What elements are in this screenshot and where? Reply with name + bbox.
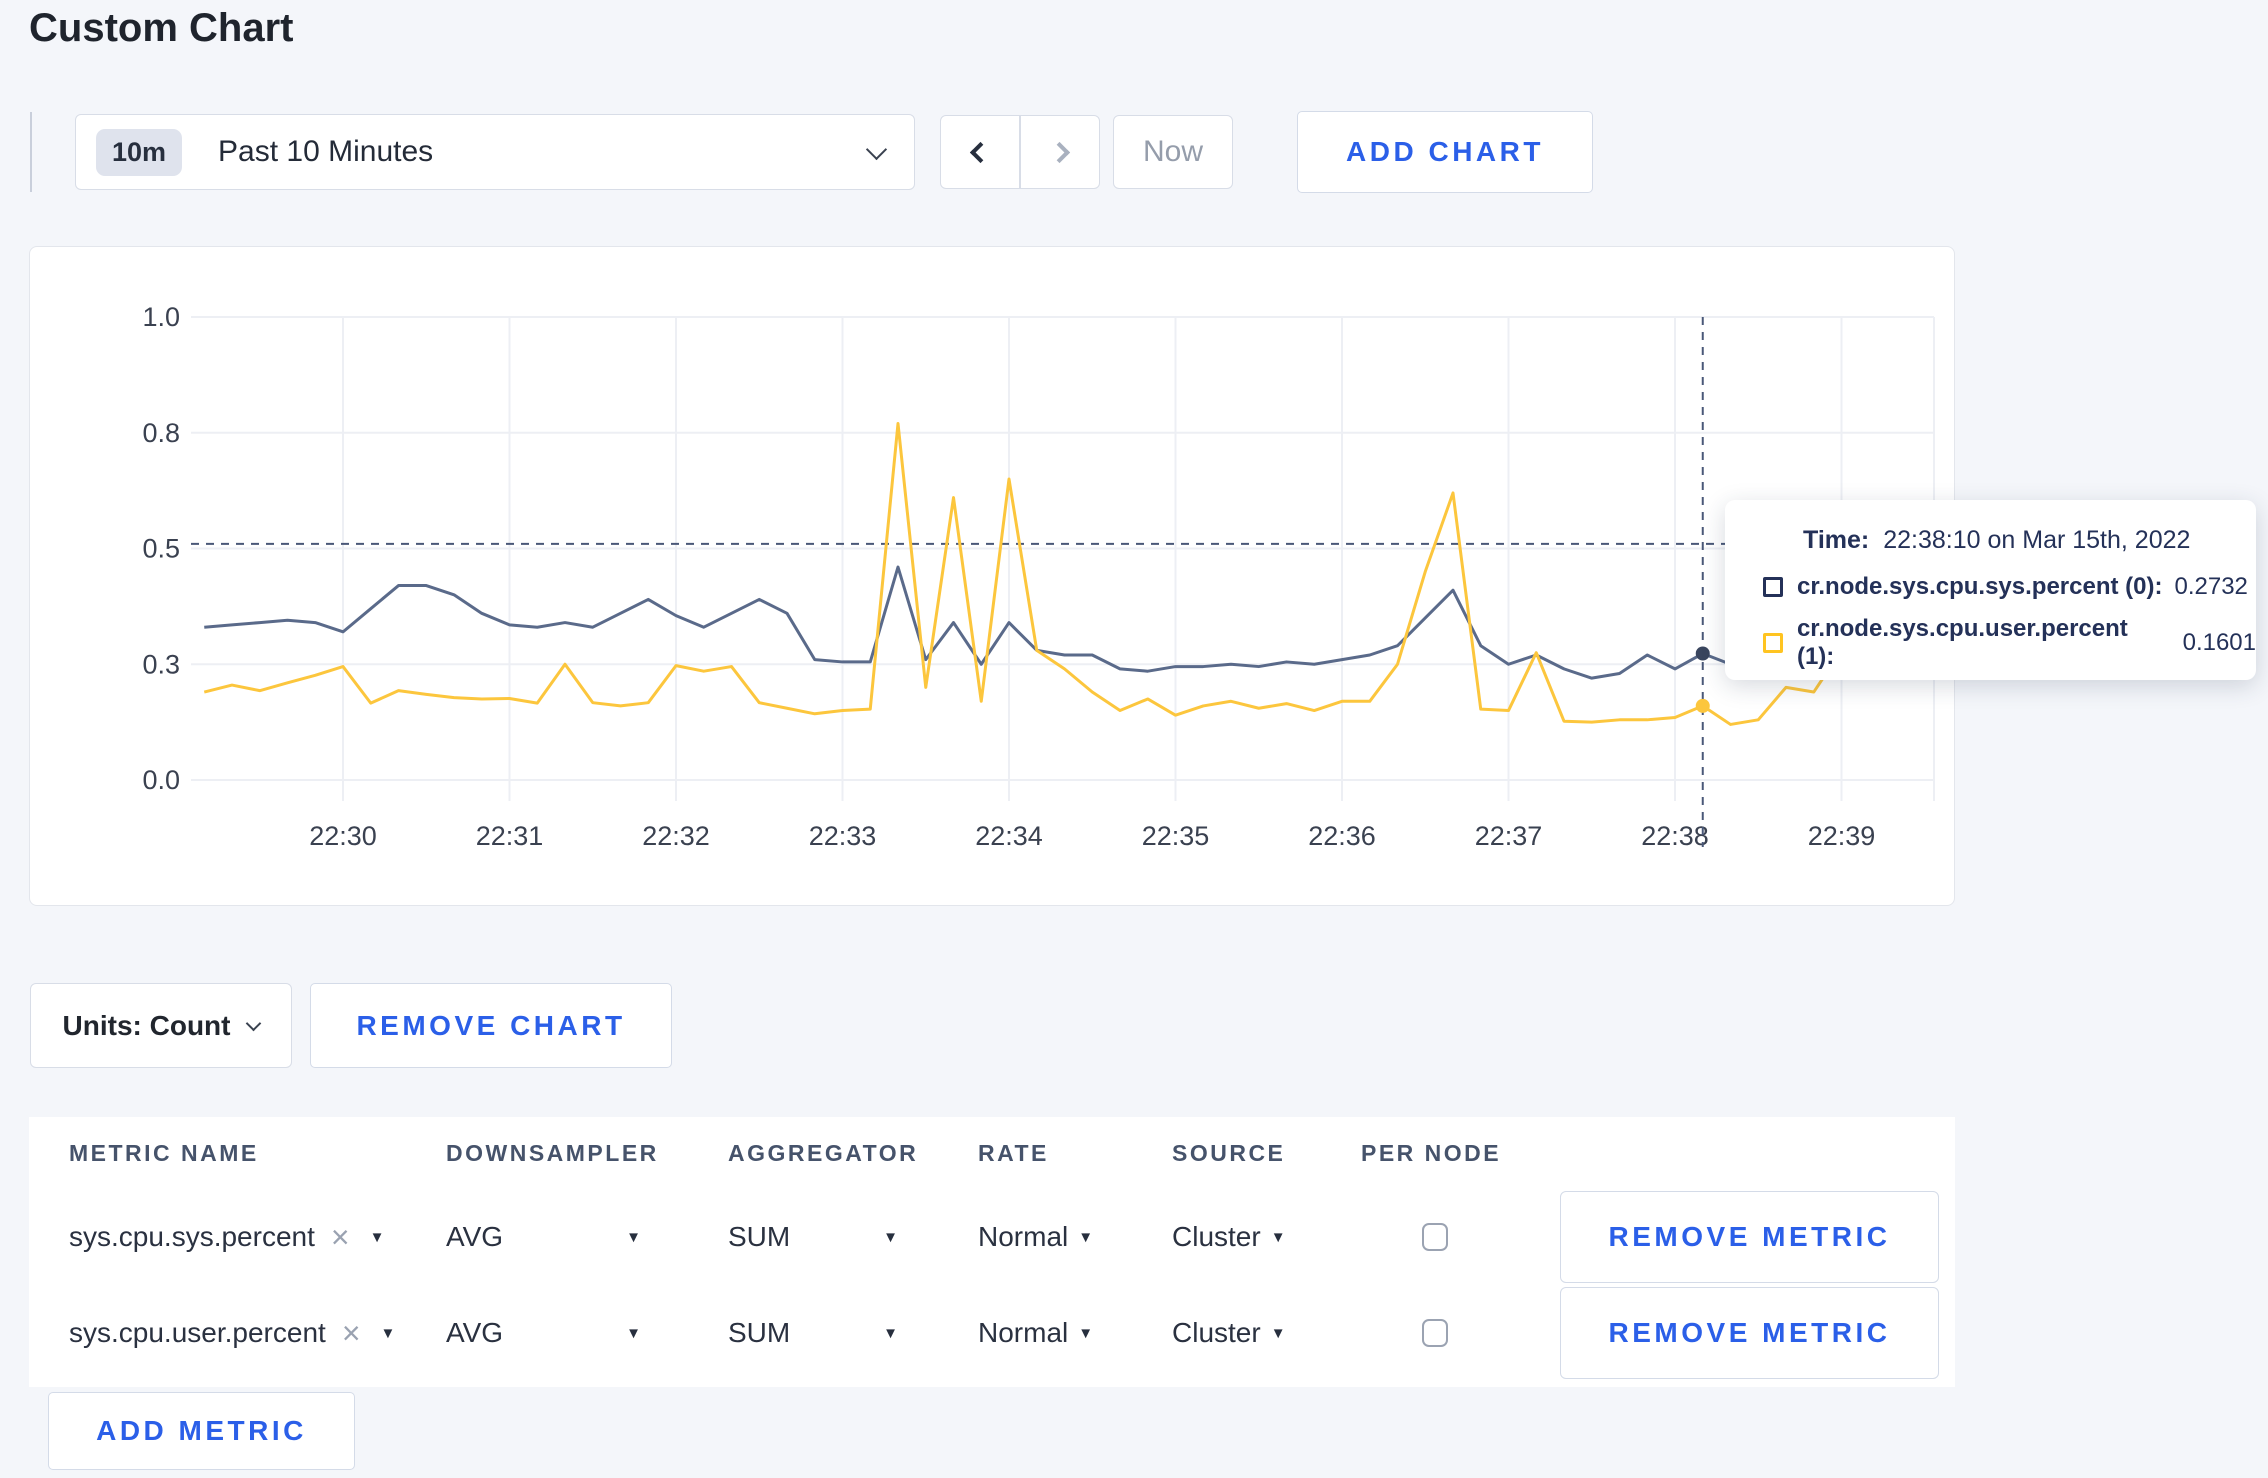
svg-text:22:38: 22:38 xyxy=(1641,821,1709,851)
clear-metric-icon[interactable]: × xyxy=(342,1317,361,1349)
metric-name-dropdown[interactable]: sys.cpu.user.percent × ▼ xyxy=(69,1317,446,1349)
caret-down-icon: ▼ xyxy=(626,1228,641,1246)
time-range-label: Past 10 Minutes xyxy=(218,135,434,168)
aggregator-dropdown[interactable]: SUM ▼ xyxy=(728,1317,898,1349)
svg-text:0.5: 0.5 xyxy=(142,534,180,564)
metric-name-value: sys.cpu.sys.percent xyxy=(69,1221,315,1252)
sys-series-swatch-icon xyxy=(1763,577,1783,597)
tooltip-sys-value: 0.2732 xyxy=(2174,573,2248,600)
toolbar-divider xyxy=(30,112,32,192)
page-title: Custom Chart xyxy=(29,6,294,50)
chevron-down-icon xyxy=(246,1015,262,1032)
svg-text:0.3: 0.3 xyxy=(142,649,180,679)
caret-down-icon: ▼ xyxy=(883,1228,898,1246)
clear-metric-icon[interactable]: × xyxy=(331,1221,350,1253)
remove-metric-button[interactable]: REMOVE METRIC xyxy=(1560,1287,1939,1379)
table-row: sys.cpu.sys.percent × ▼ AVG ▼ SUM ▼ Norm… xyxy=(29,1189,1955,1285)
per-node-checkbox[interactable] xyxy=(1422,1319,1448,1347)
units-bar: Units: Count REMOVE CHART xyxy=(30,983,672,1068)
downsampler-dropdown[interactable]: AVG ▼ xyxy=(446,1317,641,1349)
downsampler-dropdown[interactable]: AVG ▼ xyxy=(446,1221,641,1253)
svg-text:22:35: 22:35 xyxy=(1142,821,1210,851)
col-header-source: SOURCE xyxy=(1172,1139,1286,1166)
add-chart-button[interactable]: ADD CHART xyxy=(1297,111,1593,193)
chevron-right-icon xyxy=(1049,141,1071,163)
downsampler-value: AVG xyxy=(446,1221,504,1252)
tooltip-series-sys: cr.node.sys.cpu.sys.percent (0): 0.2732 xyxy=(1763,573,2256,601)
table-row: sys.cpu.user.percent × ▼ AVG ▼ SUM ▼ Nor… xyxy=(29,1285,1955,1381)
aggregator-dropdown[interactable]: SUM ▼ xyxy=(728,1221,898,1253)
downsampler-value: AVG xyxy=(446,1317,504,1348)
caret-down-icon: ▼ xyxy=(1078,1228,1094,1246)
svg-text:22:31: 22:31 xyxy=(476,821,544,851)
tooltip-user-name: cr.node.sys.cpu.user.percent (1): xyxy=(1796,615,2128,670)
rate-value: Normal xyxy=(978,1221,1069,1252)
source-value: Cluster xyxy=(1172,1221,1261,1252)
svg-text:22:32: 22:32 xyxy=(642,821,710,851)
now-button[interactable]: Now xyxy=(1113,115,1233,189)
source-dropdown[interactable]: Cluster ▼ xyxy=(1172,1317,1361,1349)
metrics-table: METRIC NAME DOWNSAMPLER AGGREGATOR RATE … xyxy=(29,1117,1955,1387)
caret-down-icon: ▼ xyxy=(1270,1324,1286,1342)
svg-text:1.0: 1.0 xyxy=(142,302,180,332)
metric-name-value: sys.cpu.user.percent xyxy=(69,1317,326,1348)
caret-down-icon: ▼ xyxy=(626,1324,641,1342)
source-dropdown[interactable]: Cluster ▼ xyxy=(1172,1221,1361,1253)
chevron-left-icon xyxy=(969,141,991,163)
svg-text:22:36: 22:36 xyxy=(1308,821,1376,851)
chart-card[interactable]: 1.0 0.8 0.5 0.3 0.0 22:30 22:31 22:32 22:33 22:34… xyxy=(29,246,1955,906)
units-dropdown[interactable]: Units: Count xyxy=(30,983,292,1068)
prev-time-button[interactable] xyxy=(941,116,1019,188)
time-pager xyxy=(940,115,1100,189)
col-header-metric-name: METRIC NAME xyxy=(69,1139,259,1166)
next-time-button[interactable] xyxy=(1021,116,1099,188)
per-node-checkbox[interactable] xyxy=(1422,1223,1448,1251)
line-chart[interactable]: 1.0 0.8 0.5 0.3 0.0 22:30 22:31 22:32 22:33 22:34… xyxy=(30,247,1953,904)
time-range-badge: 10m xyxy=(96,128,183,176)
svg-text:22:30: 22:30 xyxy=(309,821,377,851)
svg-text:22:39: 22:39 xyxy=(1808,821,1876,851)
col-header-aggregator: AGGREGATOR xyxy=(728,1139,919,1166)
metric-name-dropdown[interactable]: sys.cpu.sys.percent × ▼ xyxy=(69,1221,446,1253)
units-label: Units: Count xyxy=(62,1009,231,1041)
svg-text:0.8: 0.8 xyxy=(142,418,180,448)
tooltip-series-user: cr.node.sys.cpu.user.percent (1): 0.1601 xyxy=(1763,615,2256,671)
toolbar: 10m Past 10 Minutes Now ADD CHART xyxy=(30,111,1593,193)
aggregator-value: SUM xyxy=(728,1317,791,1348)
rate-dropdown[interactable]: Normal ▼ xyxy=(978,1317,1172,1349)
user-series-swatch-icon xyxy=(1763,633,1783,653)
time-range-dropdown[interactable]: 10m Past 10 Minutes xyxy=(75,114,915,190)
aggregator-value: SUM xyxy=(728,1221,791,1252)
col-header-rate: RATE xyxy=(978,1139,1049,1166)
add-metric-button[interactable]: ADD METRIC xyxy=(48,1392,355,1470)
remove-metric-button[interactable]: REMOVE METRIC xyxy=(1560,1191,1939,1283)
remove-chart-button[interactable]: REMOVE CHART xyxy=(310,983,672,1068)
caret-down-icon: ▼ xyxy=(1078,1324,1094,1342)
col-header-per-node: PER NODE xyxy=(1361,1139,1502,1166)
svg-text:22:37: 22:37 xyxy=(1475,821,1543,851)
caret-down-icon: ▼ xyxy=(883,1324,898,1342)
tooltip-time-value: 22:38:10 on Mar 15th, 2022 xyxy=(1883,526,2191,554)
chevron-down-icon xyxy=(865,138,888,160)
svg-text:0.0: 0.0 xyxy=(142,765,180,795)
chart-hover-tooltip: Time: 22:38:10 on Mar 15th, 2022 cr.node.… xyxy=(1725,500,2256,680)
col-header-downsampler: DOWNSAMPLER xyxy=(446,1139,659,1166)
tooltip-time-label: Time: xyxy=(1803,526,1870,554)
rate-value: Normal xyxy=(978,1317,1069,1348)
source-value: Cluster xyxy=(1172,1317,1261,1348)
caret-down-icon: ▼ xyxy=(380,1324,396,1342)
tooltip-user-value: 0.1601 xyxy=(2182,629,2256,656)
rate-dropdown[interactable]: Normal ▼ xyxy=(978,1221,1172,1253)
metrics-table-header: METRIC NAME DOWNSAMPLER AGGREGATOR RATE … xyxy=(29,1117,1955,1189)
svg-text:22:33: 22:33 xyxy=(809,821,877,851)
caret-down-icon: ▼ xyxy=(1270,1228,1286,1246)
tooltip-sys-name: cr.node.sys.cpu.sys.percent (0): xyxy=(1797,573,2163,600)
caret-down-icon: ▼ xyxy=(369,1228,385,1246)
svg-text:22:34: 22:34 xyxy=(975,821,1043,851)
